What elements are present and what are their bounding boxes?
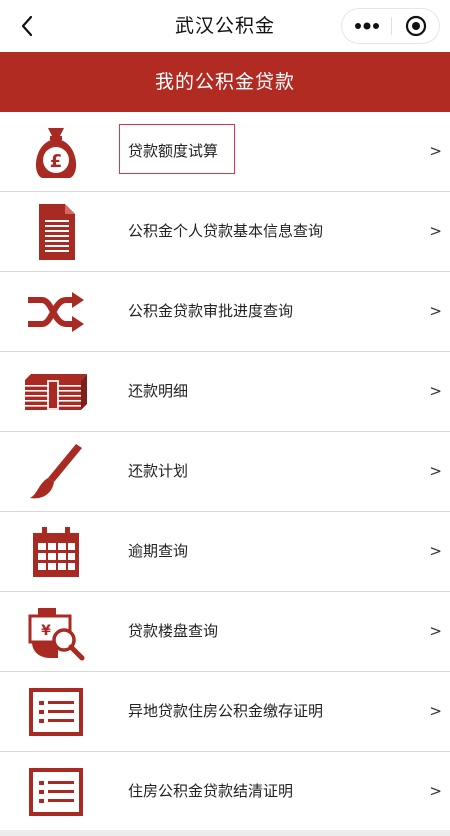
list-item-label: 公积金个人贷款基本信息查询 <box>128 222 324 240</box>
svg-text:¥: ¥ <box>41 623 51 639</box>
list-item-label: 还款计划 <box>128 462 189 480</box>
list-doc-icon <box>18 760 94 823</box>
close-button[interactable] <box>392 9 440 43</box>
list-item-label: 贷款额度试算 <box>128 142 219 160</box>
document-icon <box>18 200 94 263</box>
chevron-right-icon: > <box>429 142 442 160</box>
section-banner: 我的公积金贷款 <box>0 52 450 112</box>
chevron-right-icon: > <box>429 702 442 720</box>
chevron-right-icon: > <box>429 222 442 240</box>
list-item-repayment-detail[interactable]: 还款明细 > <box>0 352 450 432</box>
list-item-label: 公积金贷款审批进度查询 <box>128 302 294 320</box>
list-item-label: 住房公积金贷款结清证明 <box>128 782 294 800</box>
list-item-loan-calc[interactable]: £ 贷款额度试算 > <box>0 112 450 192</box>
list-item-approval-progress[interactable]: 公积金贷款审批进度查询 > <box>0 272 450 352</box>
list-item-property-query[interactable]: ¥ 贷款楼盘查询 > <box>0 592 450 672</box>
list-item-remote-deposit-cert[interactable]: 异地贷款住房公积金缴存证明 > <box>0 672 450 752</box>
chevron-right-icon: > <box>429 302 442 320</box>
more-button[interactable] <box>342 9 391 43</box>
list-item-label: 逾期查询 <box>128 542 189 560</box>
menu-list: £ 贷款额度试算 > 公积金个人贷款基本信息查询 > 公积金贷款审批进度查询 >… <box>0 112 450 832</box>
hand-search-icon: ¥ <box>18 600 94 663</box>
bottom-divider <box>0 830 450 836</box>
calendar-icon <box>18 520 94 583</box>
shuffle-icon <box>18 280 94 343</box>
list-doc-icon <box>18 680 94 743</box>
chevron-right-icon: > <box>429 462 442 480</box>
chevron-right-icon: > <box>429 622 442 640</box>
list-item-label: 贷款楼盘查询 <box>128 622 219 640</box>
chevron-right-icon: > <box>429 782 442 800</box>
list-item-repayment-plan[interactable]: 还款计划 > <box>0 432 450 512</box>
svg-text:£: £ <box>50 151 63 172</box>
navigation-bar: 武汉公积金 <box>0 0 450 52</box>
chevron-right-icon: > <box>429 382 442 400</box>
list-item-overdue-query[interactable]: 逾期查询 > <box>0 512 450 592</box>
list-item-label: 还款明细 <box>128 382 189 400</box>
list-item-label: 异地贷款住房公积金缴存证明 <box>128 702 324 720</box>
list-item-settlement-cert[interactable]: 住房公积金贷款结清证明 > <box>0 752 450 832</box>
money-bag-icon: £ <box>18 120 94 183</box>
mini-program-capsule <box>341 8 440 44</box>
more-dots-icon <box>354 22 379 30</box>
chevron-right-icon: > <box>429 542 442 560</box>
brush-icon <box>18 440 94 503</box>
cash-stack-icon <box>18 360 94 423</box>
target-circle-icon <box>405 15 427 37</box>
list-item-basic-info[interactable]: 公积金个人贷款基本信息查询 > <box>0 192 450 272</box>
